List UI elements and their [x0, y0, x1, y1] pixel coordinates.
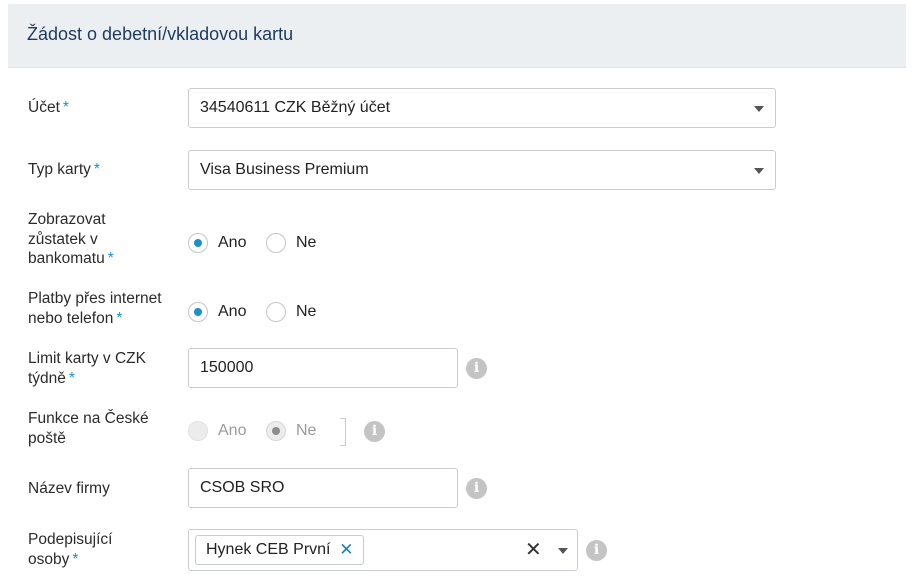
- show-balance-yes-label: Ano: [218, 234, 247, 251]
- card-type-value: Visa Business Premium: [200, 161, 369, 178]
- signer-tag-label: Hynek CEB První: [206, 541, 331, 558]
- show-balance-label: Zobrazovat zůstatek v bankomatu *: [28, 211, 114, 267]
- info-icon[interactable]: i: [466, 478, 487, 499]
- card-type-label: Typ karty *: [28, 161, 100, 178]
- internet-payments-label: Platby přes internet nebo telefon *: [28, 290, 162, 327]
- company-name-input[interactable]: CSOB SRO: [188, 468, 458, 508]
- internet-payments-yes-radio[interactable]: [188, 302, 208, 322]
- company-name-value: CSOB SRO: [200, 479, 285, 496]
- clear-icon[interactable]: ✕: [525, 539, 542, 561]
- post-office-no-label: Ne: [296, 422, 317, 439]
- group-bracket: [340, 418, 346, 446]
- signers-multiselect[interactable]: Hynek CEB První ✕ ✕: [188, 529, 578, 571]
- chevron-down-icon: [754, 168, 764, 174]
- post-office-yes-label: Ano: [218, 422, 247, 439]
- chevron-down-icon[interactable]: [558, 548, 568, 554]
- info-icon[interactable]: i: [586, 540, 607, 561]
- info-icon[interactable]: i: [364, 421, 385, 442]
- card-limit-input[interactable]: 150000: [188, 348, 458, 388]
- company-name-label: Název firmy: [28, 480, 110, 497]
- signers-label: Podepisující osoby *: [28, 531, 113, 568]
- page-title: Žádost o debetní/vkladovou kartu: [27, 24, 294, 44]
- internet-payments-no-radio[interactable]: [266, 302, 286, 322]
- internet-payments-no-label: Ne: [296, 303, 317, 320]
- account-select[interactable]: 34540611 CZK Běžný účet: [188, 88, 776, 128]
- close-icon[interactable]: ✕: [339, 540, 353, 560]
- card-limit-value: 150000: [200, 359, 254, 376]
- info-icon[interactable]: i: [466, 358, 487, 379]
- chevron-down-icon: [754, 106, 764, 112]
- signer-tag: Hynek CEB První ✕: [195, 535, 365, 565]
- account-value: 34540611 CZK Běžný účet: [200, 99, 391, 116]
- show-balance-yes-radio[interactable]: [188, 233, 208, 253]
- card-limit-label: Limit karty v CZK týdně *: [28, 350, 146, 387]
- post-office-label: Funkce na České poště: [28, 410, 149, 447]
- show-balance-no-label: Ne: [296, 234, 317, 251]
- post-office-yes-radio: [188, 421, 208, 441]
- post-office-no-radio: [266, 421, 286, 441]
- card-type-select[interactable]: Visa Business Premium: [188, 150, 776, 190]
- account-label: Účet *: [28, 99, 69, 116]
- panel-header: Žádost o debetní/vkladovou kartu: [8, 4, 906, 68]
- card-request-panel: Žádost o debetní/vkladovou kartu Účet * 3…: [8, 4, 906, 576]
- show-balance-no-radio[interactable]: [266, 233, 286, 253]
- internet-payments-yes-label: Ano: [218, 303, 247, 320]
